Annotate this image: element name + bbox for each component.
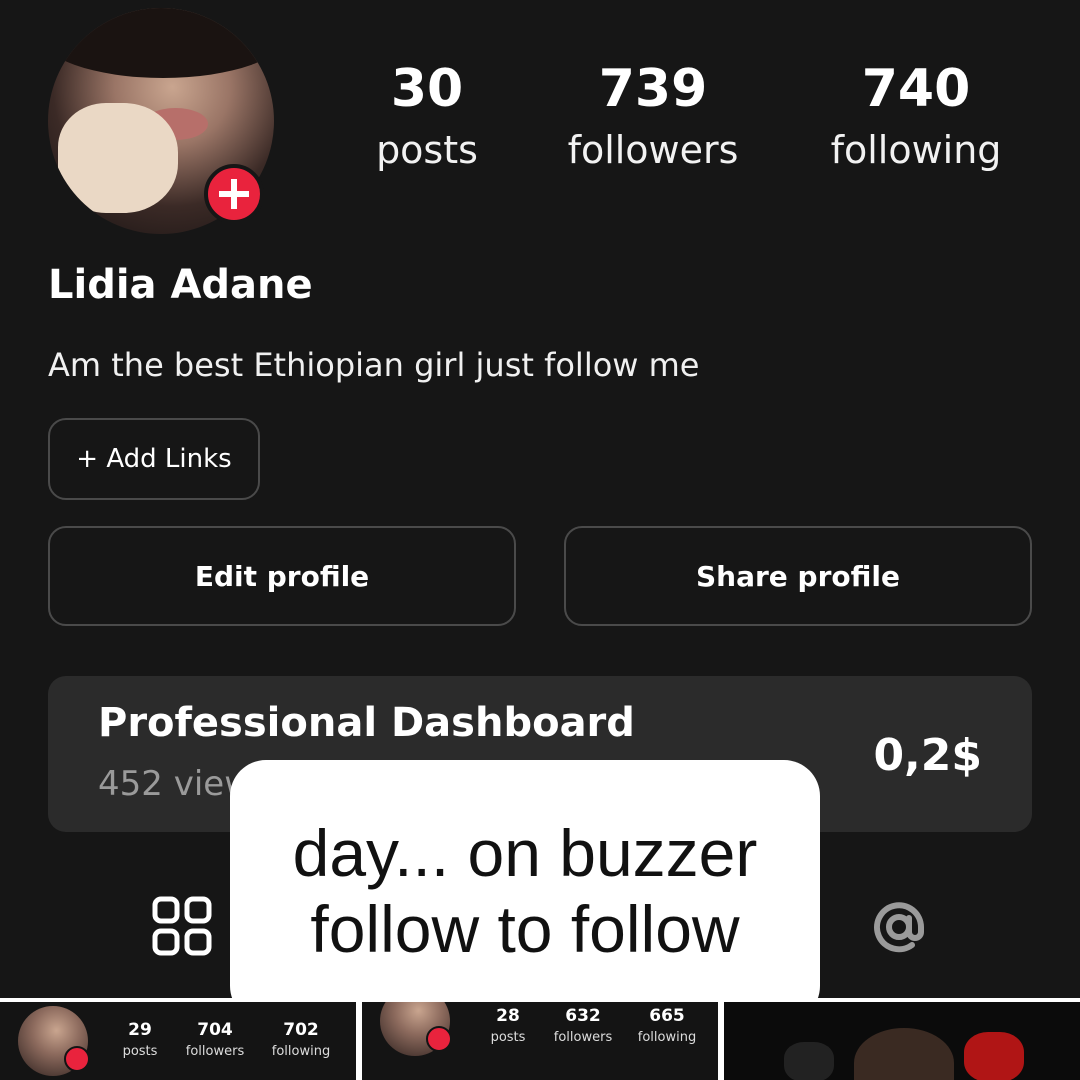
- person-image: [854, 1028, 954, 1080]
- following-label: following: [830, 128, 1002, 172]
- plus-icon: [219, 179, 249, 209]
- thumb-followers: 704 followers: [185, 1020, 245, 1059]
- add-links-button[interactable]: + Add Links: [48, 418, 260, 500]
- plus-icon: [426, 1026, 452, 1052]
- thumb-posts: 28 posts: [490, 1006, 526, 1045]
- add-story-button[interactable]: [204, 164, 264, 224]
- followers-count: 739: [598, 59, 708, 119]
- following-stat[interactable]: 740 following: [818, 60, 1014, 172]
- thumb-posts: 29 posts: [122, 1020, 158, 1059]
- boxing-glove-image: [784, 1042, 834, 1080]
- caption-line-1: day... on buzzer: [292, 816, 758, 890]
- edit-profile-button[interactable]: Edit profile: [48, 526, 516, 626]
- profile-bio: Am the best Ethiopian girl just follow m…: [48, 346, 700, 384]
- thumbnail-2[interactable]: 28 posts 632 followers 665 following: [362, 1002, 718, 1080]
- thumb-following: 702 following: [271, 1020, 331, 1059]
- at-icon[interactable]: [868, 896, 930, 958]
- posts-label: posts: [376, 128, 478, 172]
- thumb-following: 665 following: [637, 1006, 697, 1045]
- dashboard-earnings: 0,2$: [873, 730, 982, 781]
- profile-name: Lidia Adane: [48, 262, 313, 308]
- thumbnail-3[interactable]: [724, 1002, 1080, 1080]
- followers-stat[interactable]: 739 followers: [556, 60, 750, 172]
- boxing-glove-image: [964, 1032, 1024, 1080]
- dashboard-title: Professional Dashboard: [98, 700, 635, 746]
- grid-icon[interactable]: [152, 896, 212, 956]
- thumbnail-avatar: [18, 1006, 90, 1076]
- avatar-hand: [58, 103, 178, 213]
- caption-line-2: follow to follow: [310, 892, 740, 966]
- video-caption: day... on buzzer follow to follow: [230, 760, 820, 1022]
- plus-icon: [64, 1046, 90, 1072]
- thumbnail-avatar: [380, 1002, 452, 1056]
- thumbnail-1[interactable]: 29 posts 704 followers 702 following: [0, 1002, 356, 1080]
- posts-stat[interactable]: 30 posts: [370, 60, 484, 172]
- followers-label: followers: [567, 128, 739, 172]
- avatar-hair: [48, 8, 274, 78]
- following-count: 740: [861, 59, 971, 119]
- share-profile-button[interactable]: Share profile: [564, 526, 1032, 626]
- thumb-followers: 632 followers: [553, 1006, 613, 1045]
- posts-count: 30: [390, 59, 464, 119]
